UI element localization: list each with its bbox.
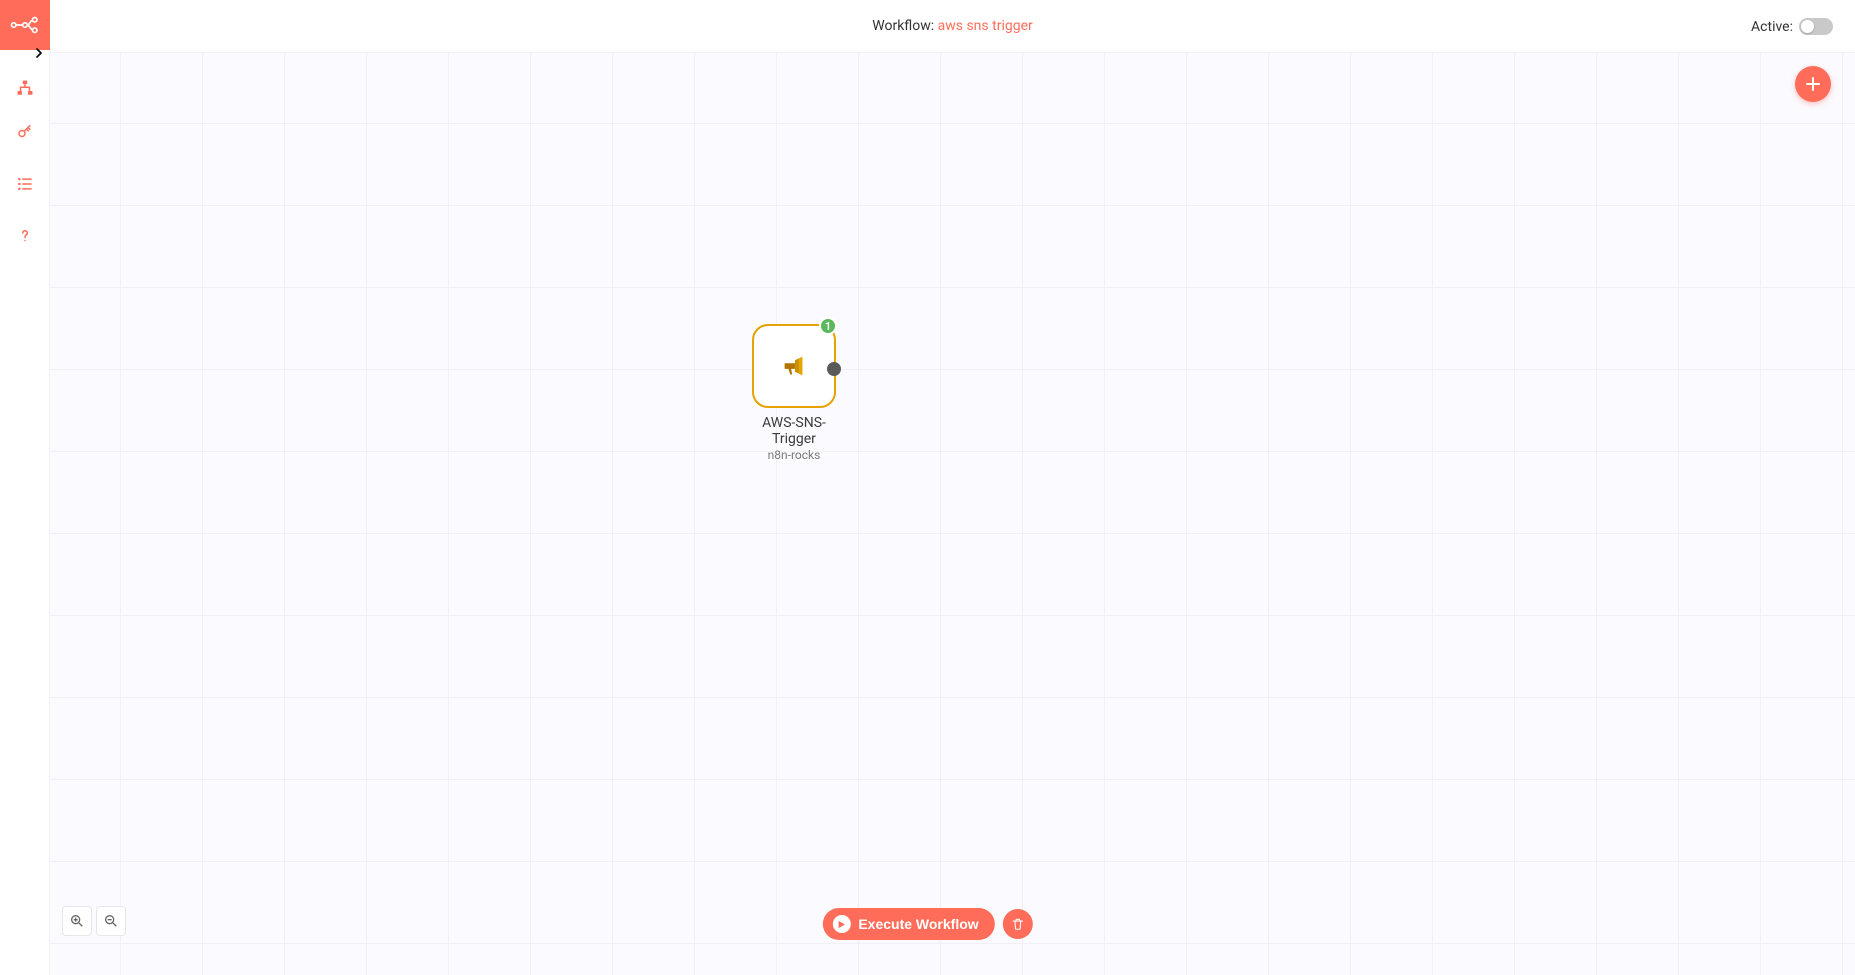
sidebar	[0, 0, 50, 975]
node-box[interactable]: 1	[752, 324, 836, 408]
toggle-knob	[1801, 20, 1814, 33]
executions-icon[interactable]	[0, 162, 50, 206]
node-aws-sns-trigger[interactable]: 1 AWS-SNS-Trigger n8n-rocks	[752, 324, 836, 462]
workflow-label: Workflow:	[872, 18, 937, 34]
workflow-name[interactable]: aws sns trigger	[938, 18, 1033, 34]
zoom-in-button[interactable]	[62, 906, 92, 936]
execute-workflow-label: Execute Workflow	[858, 916, 978, 932]
node-count-badge: 1	[819, 317, 837, 335]
execute-workflow-button[interactable]: Execute Workflow	[822, 908, 994, 940]
delete-button[interactable]	[1003, 909, 1033, 939]
expand-sidebar-chevron[interactable]	[0, 44, 50, 62]
workflow-title[interactable]: Workflow: aws sns trigger	[872, 18, 1032, 34]
active-toggle[interactable]	[1799, 18, 1833, 35]
action-bar: Execute Workflow	[822, 908, 1032, 940]
active-toggle-wrap: Active:	[1751, 0, 1833, 53]
zoom-out-button[interactable]	[96, 906, 126, 936]
workflow-canvas[interactable]: 1 AWS-SNS-Trigger n8n-rocks	[50, 53, 1855, 975]
node-subtitle: n8n-rocks	[752, 448, 836, 462]
zoom-controls	[62, 906, 126, 936]
play-icon	[832, 915, 850, 933]
n8n-logo[interactable]	[0, 0, 50, 50]
add-node-button[interactable]	[1795, 66, 1831, 102]
help-icon[interactable]	[0, 214, 50, 258]
topbar: Workflow: aws sns trigger Active:	[50, 0, 1855, 53]
active-label: Active:	[1751, 19, 1793, 35]
node-title: AWS-SNS-Trigger	[752, 415, 836, 447]
node-output-port[interactable]	[827, 362, 841, 376]
workflows-icon[interactable]	[0, 66, 50, 110]
n8n-logo-icon	[10, 14, 40, 36]
aws-sns-icon	[779, 351, 809, 381]
credentials-icon[interactable]	[0, 110, 50, 154]
